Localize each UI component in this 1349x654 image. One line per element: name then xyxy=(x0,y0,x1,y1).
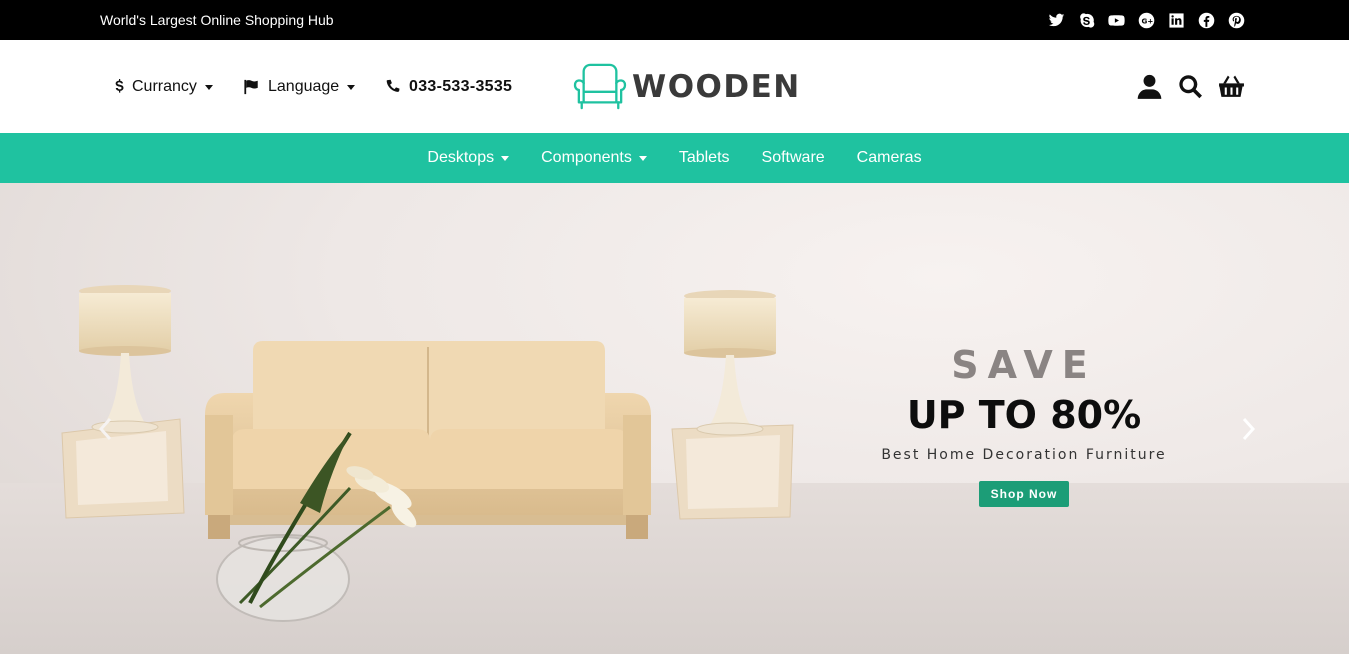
nav-item-software[interactable]: Software xyxy=(746,133,841,183)
twitter-icon[interactable] xyxy=(1047,11,1065,29)
nav-label: Software xyxy=(761,149,825,166)
shop-now-button[interactable]: Shop Now xyxy=(978,481,1070,507)
language-label: Language xyxy=(268,78,340,95)
dollar-icon xyxy=(115,79,124,93)
phone-number[interactable]: 033-533-3535 xyxy=(385,78,512,96)
header: Currancy Language 033-533-3535 WOODEN xyxy=(0,40,1349,133)
nav-item-cameras[interactable]: Cameras xyxy=(841,133,938,183)
nav-label: Tablets xyxy=(678,149,730,166)
promo-banner: SAVE UP TO 80% Best Home Decoration Furn… xyxy=(866,343,1182,507)
user-icon[interactable] xyxy=(1136,73,1163,100)
nav-label: Components xyxy=(541,149,632,166)
google-plus-icon[interactable]: G+ xyxy=(1137,11,1155,29)
phone-icon xyxy=(386,79,400,92)
main-nav: Desktops Components Tablets Software Cam… xyxy=(0,133,1349,183)
living-room-image xyxy=(61,285,794,622)
youtube-icon[interactable] xyxy=(1107,11,1125,29)
tagline: World's Largest Online Shopping Hub xyxy=(100,12,334,28)
currency-label: Currancy xyxy=(132,78,197,95)
pinterest-icon[interactable] xyxy=(1227,11,1245,29)
left-lamp-table xyxy=(61,285,185,519)
promo-save: SAVE xyxy=(951,343,1097,387)
language-dropdown[interactable]: Language xyxy=(243,78,356,96)
promo-headline: UP TO 80% xyxy=(906,393,1142,437)
header-actions xyxy=(1136,73,1245,100)
nav-label: Cameras xyxy=(856,149,922,166)
chevron-down-icon xyxy=(204,84,213,90)
svg-text:G+: G+ xyxy=(1141,16,1153,25)
chevron-down-icon xyxy=(501,155,510,161)
logo-text: WOODEN xyxy=(632,69,801,105)
top-bar: World's Largest Online Shopping Hub G+ xyxy=(0,0,1349,40)
basket-icon[interactable] xyxy=(1218,73,1245,100)
chevron-left-icon xyxy=(98,417,112,441)
facebook-icon[interactable] xyxy=(1197,11,1215,29)
phone-text: 033-533-3535 xyxy=(409,78,513,95)
slider-next-button[interactable] xyxy=(1238,415,1258,443)
chevron-down-icon xyxy=(347,84,356,90)
hero-slider: SAVE UP TO 80% Best Home Decoration Furn… xyxy=(0,183,1349,654)
chevron-right-icon xyxy=(1242,417,1256,441)
social-links: G+ xyxy=(1047,11,1245,29)
chevron-down-icon xyxy=(638,155,647,161)
nav-item-components[interactable]: Components xyxy=(525,133,663,183)
search-icon[interactable] xyxy=(1177,73,1204,100)
skype-icon[interactable] xyxy=(1077,11,1095,29)
slider-prev-button[interactable] xyxy=(96,415,116,443)
nav-label: Desktops xyxy=(427,149,495,166)
right-lamp-table xyxy=(671,290,794,520)
flag-icon xyxy=(244,79,258,95)
promo-subtitle: Best Home Decoration Furniture xyxy=(881,447,1167,463)
linkedin-icon[interactable] xyxy=(1167,11,1185,29)
currency-dropdown[interactable]: Currancy xyxy=(114,78,213,96)
nav-item-tablets[interactable]: Tablets xyxy=(663,133,746,183)
logo[interactable]: WOODEN xyxy=(572,62,801,112)
nav-item-desktops[interactable]: Desktops xyxy=(411,133,525,183)
armchair-icon xyxy=(573,63,627,110)
sofa xyxy=(205,341,651,539)
